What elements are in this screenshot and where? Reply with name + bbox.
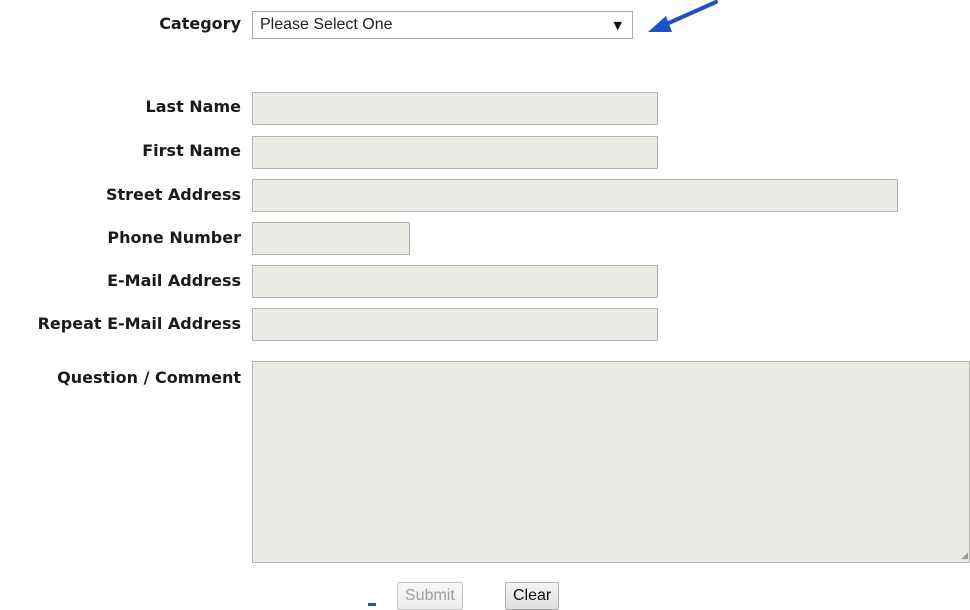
first-name-input[interactable]: [252, 136, 658, 169]
last-name-label: Last Name: [145, 97, 241, 116]
chevron-down-icon: ▼: [613, 18, 622, 32]
phone-number-label: Phone Number: [107, 228, 241, 247]
submit-button[interactable]: Submit: [397, 582, 463, 610]
category-label: Category: [159, 14, 241, 33]
category-select[interactable]: Please Select One ▼: [252, 11, 633, 39]
clear-button[interactable]: Clear: [505, 582, 560, 610]
category-selected-value: Please Select One: [260, 16, 393, 33]
repeat-email-label: Repeat E-Mail Address: [37, 314, 241, 333]
street-address-label: Street Address: [105, 185, 241, 204]
comment-textarea[interactable]: [252, 361, 970, 563]
phone-number-input[interactable]: [252, 222, 410, 255]
cursor-fragment-icon: [368, 603, 376, 606]
repeat-email-input[interactable]: [252, 308, 658, 341]
pointer-arrow-icon: [648, 0, 718, 32]
email-label: E-Mail Address: [107, 271, 241, 290]
comment-label: Question / Comment: [57, 368, 241, 387]
last-name-input[interactable]: [252, 92, 658, 125]
resize-grip-icon[interactable]: ◢: [958, 551, 968, 561]
street-address-input[interactable]: [252, 179, 898, 212]
first-name-label: First Name: [142, 141, 241, 160]
email-input[interactable]: [252, 265, 658, 298]
